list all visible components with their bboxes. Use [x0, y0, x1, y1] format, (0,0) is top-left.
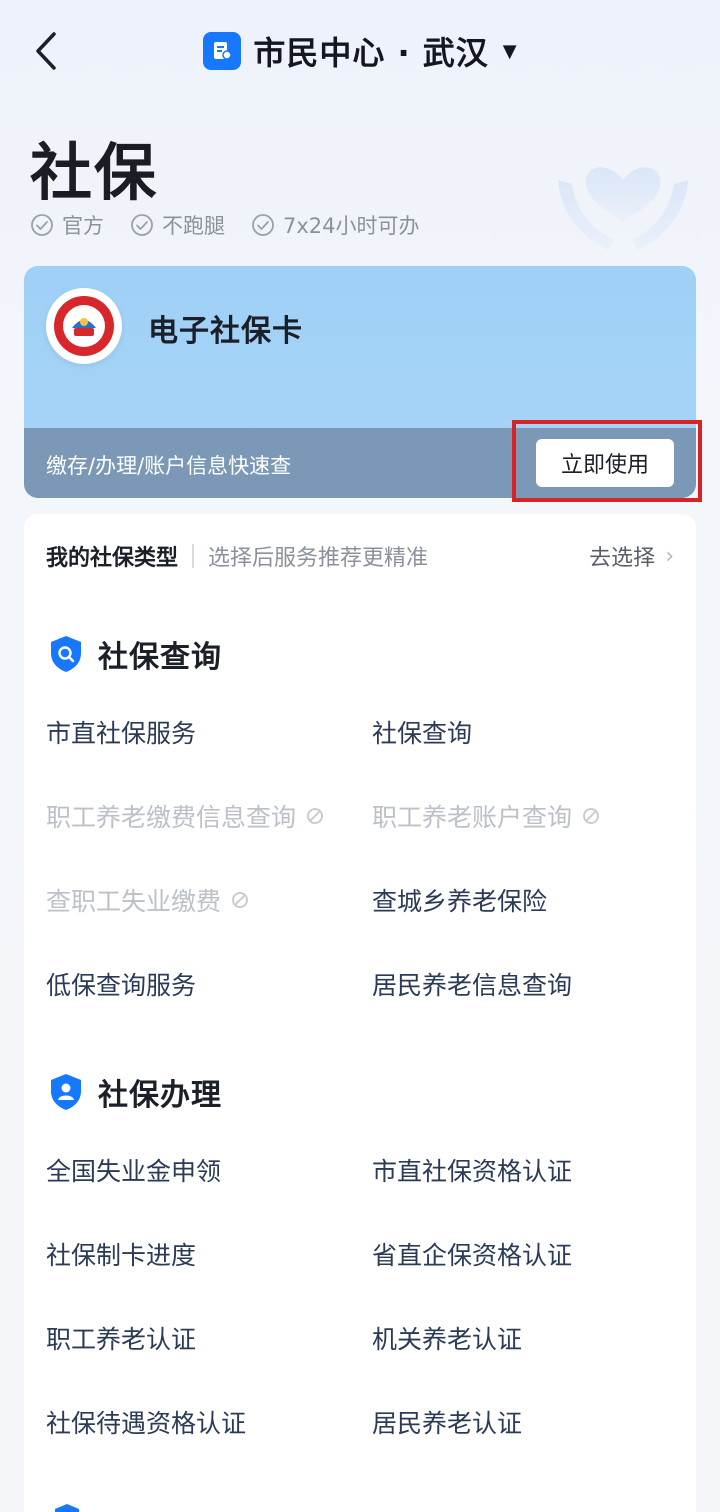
- service-item[interactable]: 查城乡养老保险: [372, 882, 547, 918]
- divider: [192, 544, 195, 568]
- service-label: 市直社保资格认证: [372, 1157, 573, 1186]
- service-item[interactable]: 社保制卡进度: [46, 1236, 196, 1272]
- social-security-card[interactable]: 电子社保卡 缴存/办理/账户信息快速查 立即使用: [24, 266, 696, 498]
- service-label: 社保查询: [372, 719, 473, 748]
- badge-label: 官方: [62, 214, 104, 238]
- badge-official: 官方: [30, 210, 104, 240]
- insurance-type-label: 我的社保类型: [46, 546, 179, 571]
- service-label: 社保待遇资格认证: [46, 1409, 247, 1438]
- chevron-right-icon: ›: [665, 543, 674, 569]
- insurance-type-hint: 选择后服务推荐更精准: [208, 546, 429, 571]
- service-item[interactable]: 社保查询: [372, 714, 472, 750]
- service-label: 全国失业金申领: [46, 1157, 222, 1186]
- service-item[interactable]: 机关养老认证: [372, 1320, 522, 1356]
- service-item[interactable]: 社保待遇资格认证: [46, 1404, 246, 1440]
- card-description: 缴存/办理/账户信息快速查: [46, 454, 292, 478]
- user-shield-icon: [51, 1074, 81, 1110]
- unavailable-icon: [307, 808, 323, 824]
- service-item-disabled: 查职工失业缴费: [46, 882, 249, 918]
- service-item[interactable]: 市直社保资格认证: [372, 1152, 572, 1188]
- choose-type-label: 去选择: [589, 546, 656, 571]
- use-now-button[interactable]: 立即使用: [536, 439, 674, 487]
- service-label: 职工养老认证: [46, 1325, 197, 1354]
- service-item[interactable]: 居民养老认证: [372, 1404, 522, 1440]
- next-section-icon: [55, 1504, 79, 1512]
- citizen-card-icon: [203, 32, 242, 70]
- badge-label: 7x24小时可办: [283, 214, 420, 238]
- check-circle-icon: [31, 214, 53, 236]
- service-label: 查职工失业缴费: [46, 887, 222, 916]
- city-selector[interactable]: 市民中心 · 武汉 ▼: [0, 28, 720, 74]
- check-circle-icon: [252, 214, 274, 236]
- badge-no-errands: 不跑腿: [130, 210, 225, 240]
- badge-label: 不跑腿: [162, 214, 225, 238]
- insurance-type-row[interactable]: 我的社保类型 选择后服务推荐更精准 去选择 ›: [46, 536, 674, 576]
- service-label: 职工养老缴费信息查询: [46, 803, 297, 832]
- check-circle-icon: [131, 214, 153, 236]
- page-header-title: 市民中心 · 武汉: [253, 34, 489, 72]
- section-query-header: 社保查询: [48, 632, 222, 676]
- page-title: 社保: [30, 136, 159, 209]
- service-item-disabled: 职工养老账户查询: [372, 798, 600, 834]
- section-title: 社保办理: [98, 1078, 222, 1113]
- card-bottom-bar: 缴存/办理/账户信息快速查 立即使用: [24, 428, 696, 498]
- service-label: 低保查询服务: [46, 971, 197, 1000]
- service-item[interactable]: 省直企保资格认证: [372, 1236, 572, 1272]
- unavailable-icon: [583, 808, 599, 824]
- service-item[interactable]: 低保查询服务: [46, 966, 196, 1002]
- service-label: 职工养老账户查询: [372, 803, 573, 832]
- service-item-disabled: 职工养老缴费信息查询: [46, 798, 324, 834]
- search-shield-icon: [51, 636, 81, 672]
- badge-24h: 7x24小时可办: [251, 210, 420, 240]
- social-security-logo: [46, 288, 122, 364]
- section-title: 社保查询: [98, 640, 222, 675]
- service-item[interactable]: 职工养老认证: [46, 1320, 196, 1356]
- unavailable-icon: [232, 892, 248, 908]
- card-title: 电子社保卡: [148, 314, 303, 349]
- service-label: 查城乡养老保险: [372, 887, 548, 916]
- service-label: 省直企保资格认证: [372, 1241, 573, 1270]
- service-label: 居民养老信息查询: [372, 971, 573, 1000]
- service-label: 居民养老认证: [372, 1409, 523, 1438]
- choose-type-link[interactable]: 去选择 ›: [589, 540, 674, 572]
- caret-down-icon[interactable]: ▼: [503, 41, 517, 62]
- service-item[interactable]: 市直社保服务: [46, 714, 196, 750]
- services-panel: 我的社保类型 选择后服务推荐更精准 去选择 › 社保查询 市直社保服务 社保查询…: [24, 514, 696, 1512]
- top-navigation-bar: 市民中心 · 武汉 ▼: [0, 0, 720, 100]
- service-label: 市直社保服务: [46, 719, 197, 748]
- service-item[interactable]: 全国失业金申领: [46, 1152, 221, 1188]
- service-item[interactable]: 居民养老信息查询: [372, 966, 572, 1002]
- section-handle-header: 社保办理: [48, 1070, 222, 1114]
- service-label: 社保制卡进度: [46, 1241, 197, 1270]
- service-label: 机关养老认证: [372, 1325, 523, 1354]
- hands-heart-icon: [558, 167, 688, 250]
- feature-badges: 官方 不跑腿 7x24小时可办: [30, 210, 420, 240]
